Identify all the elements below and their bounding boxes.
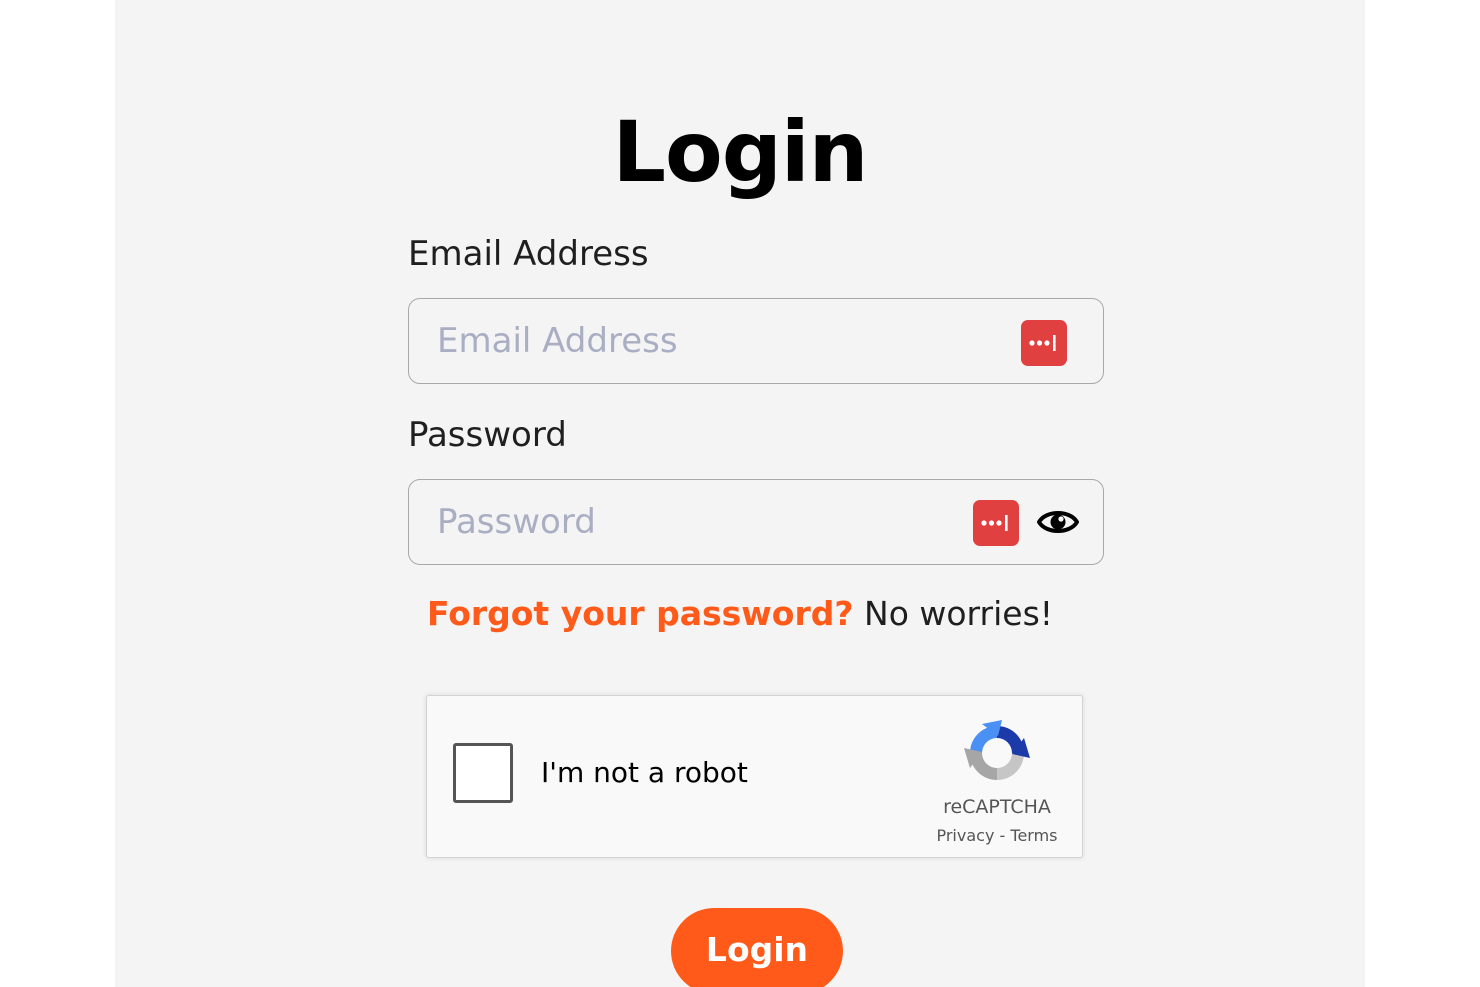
eye-icon[interactable] xyxy=(1035,500,1081,544)
password-manager-icon[interactable] xyxy=(973,500,1019,546)
login-button-label: Login xyxy=(705,930,809,969)
recaptcha-widget: I'm not a robot reCAPTCHA Privacy - Term… xyxy=(426,695,1083,858)
login-panel: Login Email Address Password xyxy=(115,0,1365,987)
password-field-container xyxy=(408,479,1104,565)
password-input[interactable] xyxy=(437,480,937,564)
recaptcha-logo-icon xyxy=(964,720,1030,780)
email-label: Email Address xyxy=(408,234,649,274)
page-title: Login xyxy=(612,103,869,201)
captcha-privacy-link[interactable]: Privacy xyxy=(936,826,994,845)
forgot-password-link[interactable]: Forgot your password? xyxy=(427,594,854,633)
password-label: Password xyxy=(408,415,567,455)
captcha-checkbox[interactable] xyxy=(453,743,513,803)
captcha-links: Privacy - Terms xyxy=(917,826,1077,845)
forgot-password-note: No worries! xyxy=(864,594,1054,633)
password-manager-icon[interactable] xyxy=(1021,320,1067,366)
captcha-terms-link[interactable]: Terms xyxy=(1010,826,1057,845)
captcha-label: I'm not a robot xyxy=(541,756,748,789)
login-button[interactable]: Login xyxy=(671,908,843,987)
email-field-container xyxy=(408,298,1104,384)
recaptcha-brand: reCAPTCHA xyxy=(943,796,1051,818)
email-input[interactable] xyxy=(437,299,997,383)
captcha-link-separator: - xyxy=(999,826,1006,845)
forgot-password-line: Forgot your password? No worries! xyxy=(115,594,1365,634)
